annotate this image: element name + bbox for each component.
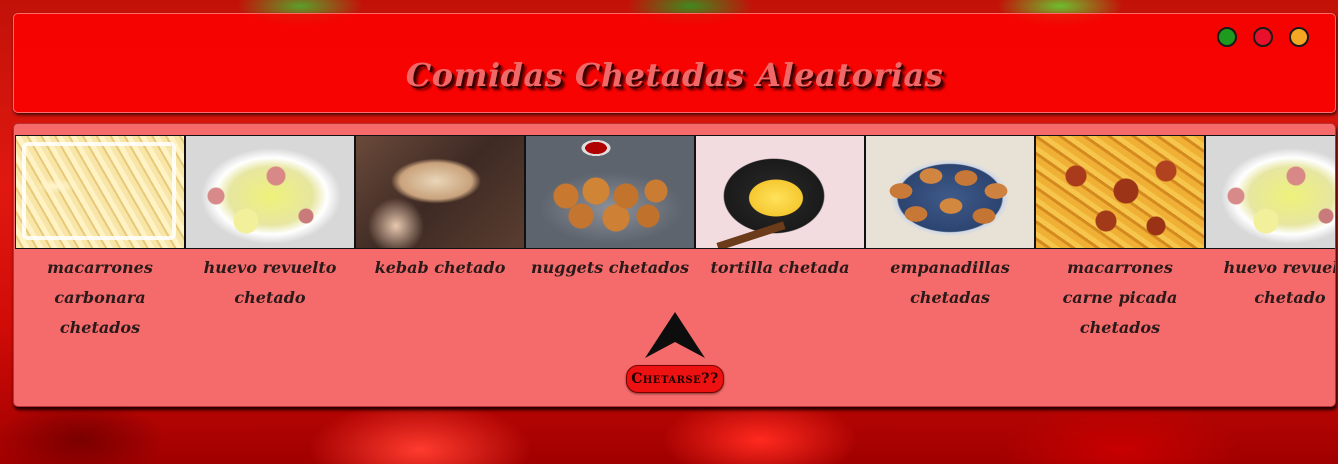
food-caption: macarrones carne picada chetados bbox=[1062, 258, 1178, 337]
food-card[interactable]: macarrones carbonara chetados bbox=[15, 135, 185, 343]
page-title: Comidas Chetadas Aleatorias bbox=[405, 56, 944, 94]
kebab-image bbox=[355, 135, 525, 249]
scrambled-egg-image bbox=[1205, 135, 1335, 249]
red-window-dot[interactable] bbox=[1253, 27, 1273, 47]
empanadillas-image bbox=[865, 135, 1035, 249]
food-card[interactable]: macarrones carne picada chetados bbox=[1035, 135, 1205, 343]
food-caption: huevo revuelto chetado bbox=[1223, 258, 1335, 307]
food-caption: kebab chetado bbox=[374, 258, 506, 277]
food-card[interactable]: huevo revuelto chetado bbox=[185, 135, 355, 343]
food-caption: empanadillas chetadas bbox=[890, 258, 1010, 307]
food-caption: tortilla chetada bbox=[710, 258, 850, 277]
food-card[interactable]: huevo revuelto chetado bbox=[1205, 135, 1335, 343]
food-caption: macarrones carbonara chetados bbox=[47, 258, 153, 337]
header-bar: Comidas Chetadas Aleatorias bbox=[13, 13, 1336, 113]
food-card[interactable]: empanadillas chetadas bbox=[865, 135, 1035, 343]
food-card[interactable]: kebab chetado bbox=[355, 135, 525, 343]
food-panel: macarrones carbonara chetados huevo revu… bbox=[13, 123, 1336, 407]
pasta-meat-image bbox=[1035, 135, 1205, 249]
food-caption: huevo revuelto chetado bbox=[203, 258, 337, 307]
chetarse-button[interactable]: Chetarse?? bbox=[626, 365, 724, 393]
orange-window-dot[interactable] bbox=[1289, 27, 1309, 47]
up-arrow-icon[interactable] bbox=[645, 312, 705, 360]
green-window-dot[interactable] bbox=[1217, 27, 1237, 47]
pasta-carbonara-image bbox=[15, 135, 185, 249]
tortilla-image bbox=[695, 135, 865, 249]
food-card[interactable]: tortilla chetada bbox=[695, 135, 865, 343]
food-caption: nuggets chetados bbox=[531, 258, 689, 277]
scrambled-egg-image bbox=[185, 135, 355, 249]
window-controls bbox=[1217, 27, 1309, 47]
nuggets-image bbox=[525, 135, 695, 249]
